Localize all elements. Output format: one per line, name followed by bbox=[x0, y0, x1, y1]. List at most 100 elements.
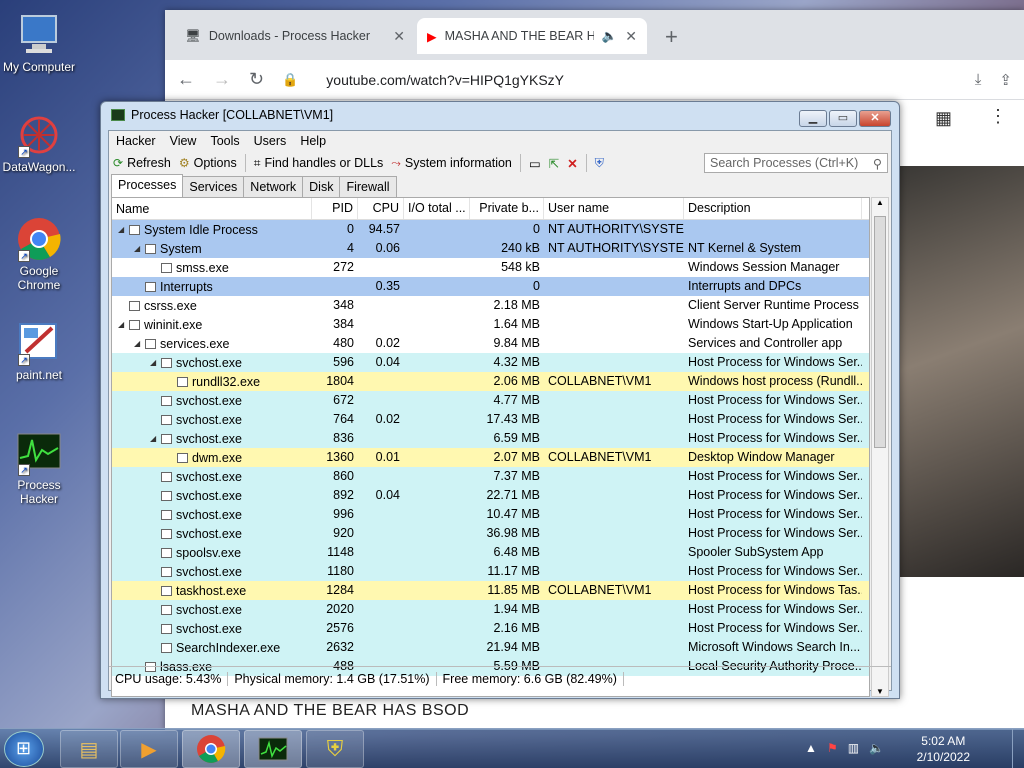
column-header-io[interactable]: I/O total ... bbox=[404, 198, 470, 219]
process-row[interactable]: rundll32.exe 1804 2.06 MB COLLABNET\VM1 Wind… bbox=[112, 372, 869, 391]
desktop-icon-chrome[interactable]: ↗ Google Chrome bbox=[0, 216, 78, 292]
expand-toggle-icon[interactable]: ◢ bbox=[150, 434, 158, 443]
options-button[interactable]: ⚙ Options bbox=[179, 156, 237, 170]
menu-hacker[interactable]: Hacker bbox=[116, 134, 156, 148]
scroll-up-icon[interactable]: ▲ bbox=[876, 198, 884, 207]
maximize-button[interactable]: ▭ bbox=[829, 110, 857, 127]
show-desktop-button[interactable] bbox=[1012, 729, 1024, 768]
reload-icon[interactable]: ↻ bbox=[249, 69, 264, 90]
lock-icon[interactable]: 🔒 bbox=[282, 72, 298, 88]
process-row[interactable]: ◢ wininit.exe 384 1.64 MB Windows Start-Up A… bbox=[112, 315, 869, 334]
close-button[interactable]: ✕ bbox=[859, 110, 891, 127]
process-cpu-cell bbox=[358, 258, 404, 277]
taskbar-explorer[interactable]: ▤ bbox=[60, 730, 118, 768]
speaker-icon[interactable]: 🔈 bbox=[602, 29, 618, 44]
minimize-button[interactable]: ▁ bbox=[799, 110, 827, 127]
taskbar-chrome[interactable] bbox=[182, 730, 240, 768]
column-header-pid[interactable]: PID bbox=[312, 198, 358, 219]
volume-icon[interactable]: 🔈 bbox=[869, 741, 884, 755]
tab-services[interactable]: Services bbox=[182, 176, 245, 197]
process-row[interactable]: svchost.exe 1180 11.17 MB Host Process for … bbox=[112, 562, 869, 581]
install-icon[interactable]: ⤓ bbox=[975, 71, 982, 88]
process-row[interactable]: taskhost.exe 1284 11.85 MB COLLABNET\VM1 Hos… bbox=[112, 581, 869, 600]
terminate-icon[interactable]: ✕ bbox=[567, 156, 577, 171]
system-information-button[interactable]: ⤳ System information bbox=[391, 156, 512, 171]
process-row[interactable]: spoolsv.exe 1148 6.48 MB Spooler SubSystem … bbox=[112, 543, 869, 562]
taskbar-security[interactable]: ⛨ bbox=[306, 730, 364, 768]
process-row[interactable]: svchost.exe 996 10.47 MB Host Process for W… bbox=[112, 505, 869, 524]
clock[interactable]: 5:02 AM 2/10/2022 bbox=[917, 733, 970, 765]
back-arrow-icon[interactable]: ← bbox=[177, 69, 195, 90]
process-row[interactable]: smss.exe 272 548 kB Windows Session Manager bbox=[112, 258, 869, 277]
expand-toggle-icon[interactable]: ◢ bbox=[118, 225, 126, 234]
more-options-icon[interactable]: ⋮ bbox=[989, 106, 1007, 127]
vertical-scrollbar[interactable]: ▲ ▼ bbox=[871, 197, 889, 697]
scrollbar-thumb[interactable] bbox=[874, 216, 886, 448]
window-icon[interactable]: ▭ bbox=[529, 156, 541, 171]
process-row[interactable]: svchost.exe 2020 1.94 MB Host Process for W… bbox=[112, 600, 869, 619]
taskbar-process-hacker[interactable] bbox=[244, 730, 302, 768]
process-row[interactable]: dwm.exe 1360 0.01 2.07 MB COLLABNET\VM1 Deskt… bbox=[112, 448, 869, 467]
new-tab-button[interactable]: + bbox=[665, 24, 678, 50]
desktop-icon-paintnet[interactable]: ↗ paint.net bbox=[0, 320, 78, 382]
process-icon bbox=[161, 623, 172, 634]
process-row[interactable]: svchost.exe 672 4.77 MB Host Process for Wi… bbox=[112, 391, 869, 410]
menu-users[interactable]: Users bbox=[254, 134, 287, 148]
taskbar: ⊞ ▤ ▶ ⛨ ▲ ⚑ ▥ 🔈 5:02 AM 2/10/2022 bbox=[0, 728, 1024, 768]
tab-firewall[interactable]: Firewall bbox=[339, 176, 397, 197]
column-header-description[interactable]: Description bbox=[684, 198, 862, 219]
address-bar[interactable]: youtube.com/watch?v=HIPQ1gYKSzY bbox=[326, 72, 564, 88]
process-row[interactable]: svchost.exe 892 0.04 22.71 MB Host Process f… bbox=[112, 486, 869, 505]
expand-toggle-icon[interactable]: ◢ bbox=[134, 244, 142, 253]
network-icon[interactable]: ▥ bbox=[848, 741, 859, 755]
apps-grid-icon[interactable]: ▦ bbox=[935, 108, 952, 129]
browser-tab-downloads[interactable]: 🖥 Downloads - Process Hacker ✕ bbox=[175, 18, 415, 54]
process-row[interactable]: ◢ svchost.exe 836 6.59 MB Host Process for W… bbox=[112, 429, 869, 448]
process-row[interactable]: svchost.exe 860 7.37 MB Host Process for Wi… bbox=[112, 467, 869, 486]
search-processes-input[interactable]: Search Processes (Ctrl+K) ⚲ bbox=[704, 153, 888, 173]
title-bar[interactable]: Process Hacker [COLLABNET\VM1] bbox=[101, 102, 899, 128]
shield-icon[interactable]: ⛨ bbox=[595, 156, 604, 171]
process-row[interactable]: ◢ System Idle Process 0 94.57 0 NT AUTHORITY\… bbox=[112, 220, 869, 239]
tab-network[interactable]: Network bbox=[243, 176, 304, 197]
process-row[interactable]: ◢ svchost.exe 596 0.04 4.32 MB Host Process f… bbox=[112, 353, 869, 372]
process-row[interactable]: csrss.exe 348 2.18 MB Client Server Runtime… bbox=[112, 296, 869, 315]
column-header-cpu[interactable]: CPU bbox=[358, 198, 404, 219]
desktop-icon-process-hacker[interactable]: ↗ Process Hacker bbox=[0, 430, 78, 506]
process-row[interactable]: svchost.exe 764 0.02 17.43 MB Host Process f… bbox=[112, 410, 869, 429]
refresh-button[interactable]: ⟳ Refresh bbox=[113, 156, 171, 170]
process-row[interactable]: ◢ System 4 0.06 240 kB NT AUTHORITY\SYSTEM NT … bbox=[112, 239, 869, 258]
process-row[interactable]: svchost.exe 920 36.98 MB Host Process for W… bbox=[112, 524, 869, 543]
forward-arrow-icon[interactable]: → bbox=[213, 69, 231, 90]
show-hidden-icons[interactable]: ▲ bbox=[805, 741, 817, 755]
video-player[interactable] bbox=[899, 166, 1024, 577]
menu-help[interactable]: Help bbox=[300, 134, 326, 148]
column-header-private-bytes[interactable]: Private b... bbox=[470, 198, 544, 219]
close-icon[interactable]: ✕ bbox=[625, 28, 637, 45]
close-icon[interactable]: ✕ bbox=[393, 28, 405, 45]
taskbar-media-player[interactable]: ▶ bbox=[120, 730, 178, 768]
share-icon[interactable]: ⇪ bbox=[999, 71, 1012, 89]
menu-view[interactable]: View bbox=[170, 134, 197, 148]
process-desc-cell: Spooler SubSystem App bbox=[688, 545, 824, 559]
column-header-user-name[interactable]: User name bbox=[544, 198, 684, 219]
desktop-icon-datawagon[interactable]: ↗ DataWagon... bbox=[0, 112, 78, 174]
action-center-icon[interactable]: ⚑ bbox=[827, 741, 838, 755]
window-goto-icon[interactable]: ⇱ bbox=[549, 156, 559, 171]
process-row[interactable]: SearchIndexer.exe 2632 21.94 MB Microsoft W… bbox=[112, 638, 869, 657]
desktop-icon-my-computer[interactable]: My Computer bbox=[0, 12, 78, 74]
expand-toggle-icon[interactable]: ◢ bbox=[134, 339, 142, 348]
start-button[interactable]: ⊞ bbox=[4, 731, 44, 767]
process-priv-cell: 11.17 MB bbox=[487, 564, 540, 578]
browser-tab-youtube[interactable]: ▶ MASHA AND THE BEAR HAS 🔈 ✕ bbox=[417, 18, 647, 54]
expand-toggle-icon[interactable]: ◢ bbox=[150, 358, 158, 367]
process-row[interactable]: svchost.exe 2576 2.16 MB Host Process for W… bbox=[112, 619, 869, 638]
column-header-name[interactable]: Name bbox=[112, 198, 312, 219]
expand-toggle-icon[interactable]: ◢ bbox=[118, 320, 126, 329]
process-row[interactable]: Interrupts 0.35 0 Interrupts and DPCs bbox=[112, 277, 869, 296]
tab-processes[interactable]: Processes bbox=[111, 174, 184, 197]
menu-tools[interactable]: Tools bbox=[210, 134, 239, 148]
process-row[interactable]: ◢ services.exe 480 0.02 9.84 MB Services and … bbox=[112, 334, 869, 353]
tab-disk[interactable]: Disk bbox=[302, 176, 341, 197]
find-handles-button[interactable]: ⌗ Find handles or DLLs bbox=[254, 156, 384, 171]
